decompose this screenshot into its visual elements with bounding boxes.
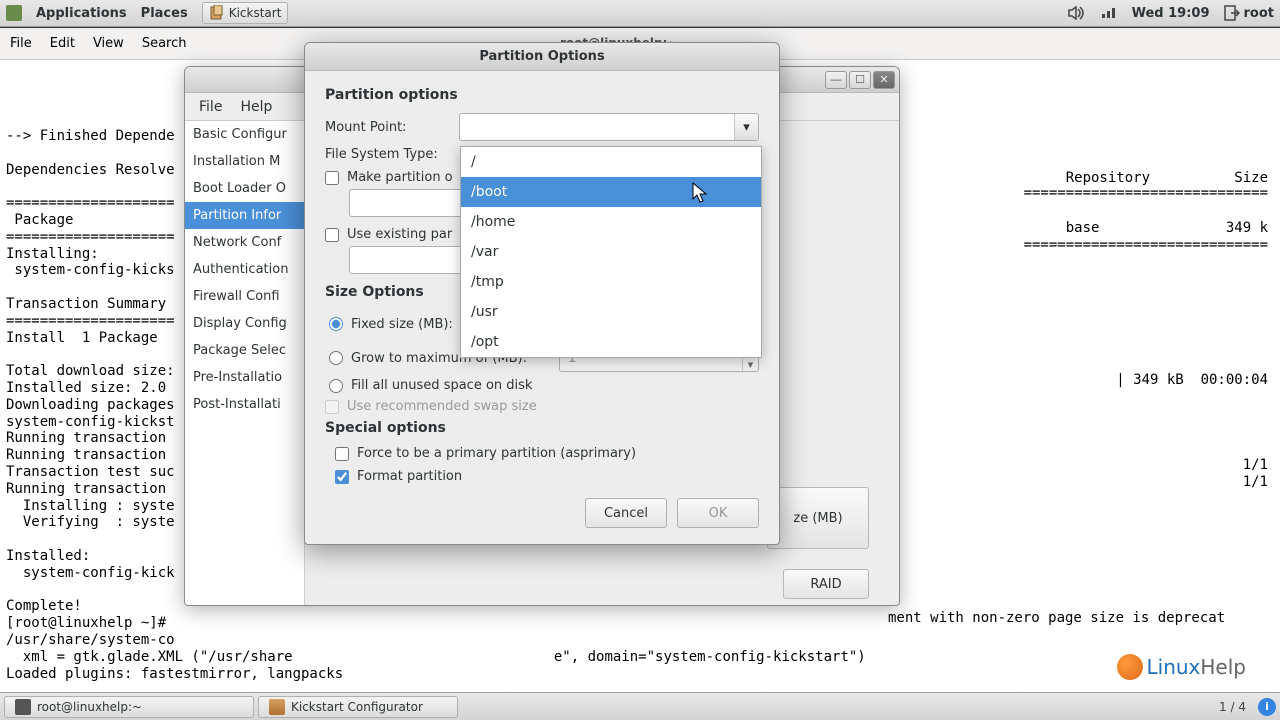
sidebar-item-bootloader[interactable]: Boot Loader O [185,175,304,202]
dropdown-option-boot[interactable]: /boot [461,177,761,207]
mount-point-combo[interactable]: ▾ [459,113,759,141]
mount-point-dropdown[interactable]: / /boot /home /var /tmp /usr /opt [460,146,762,358]
swap-checkbox [325,400,339,414]
dropdown-option-tmp[interactable]: /tmp [461,267,761,297]
sidebar-item-firewall[interactable]: Firewall Confi [185,283,304,310]
menu-applications[interactable]: Applications [36,6,127,21]
linuxhelp-icon [1117,654,1143,680]
format-checkbox[interactable] [335,470,349,484]
swap-label: Use recommended swap size [347,399,537,414]
terminal-menu-edit[interactable]: Edit [50,36,75,51]
volume-icon[interactable] [1068,6,1086,20]
dropdown-option-root[interactable]: / [461,147,761,177]
stepper-down-icon: ▼ [742,358,758,371]
top-panel: Applications Places Kickstart Wed 19:09 … [0,0,1280,27]
user-label: root [1244,6,1275,21]
raid-button[interactable]: RAID [783,569,869,599]
section-partition-options: Partition options [325,87,759,103]
taskbar-app-label: Kickstart [229,6,282,20]
mount-point-label: Mount Point: [325,120,449,135]
task-terminal[interactable]: root@linuxhelp:~ [4,696,254,718]
grow-radio[interactable] [329,351,343,365]
bottom-panel: root@linuxhelp:~ Kickstart Configurator … [0,692,1280,720]
fill-radio[interactable] [329,379,343,393]
use-existing-checkbox[interactable] [325,228,339,242]
minimize-button[interactable]: ― [825,71,847,89]
sidebar-item-basic[interactable]: Basic Configur [185,121,304,148]
dropdown-option-home[interactable]: /home [461,207,761,237]
dropdown-option-opt[interactable]: /opt [461,327,761,357]
user-menu[interactable]: root [1224,5,1275,21]
dialog-title: Partition Options [305,43,779,71]
menu-places[interactable]: Places [141,6,188,21]
terminal-menu-search[interactable]: Search [142,36,187,51]
chevron-down-icon[interactable]: ▾ [734,114,758,140]
sidebar-item-package[interactable]: Package Selec [185,337,304,364]
task-kickstart[interactable]: Kickstart Configurator [258,696,458,718]
linuxhelp-watermark: LinuxHelp [1117,654,1247,680]
workspace-indicator[interactable]: 1 / 4 [1213,700,1252,714]
kickstart-task-icon [269,699,285,715]
terminal-icon [15,699,31,715]
fixed-size-label: Fixed size (MB): [351,317,453,332]
info-icon[interactable]: i [1258,698,1276,716]
fs-type-label: File System Type: [325,147,449,162]
ks-menu-help[interactable]: Help [240,99,272,115]
taskbar-app-kickstart[interactable]: Kickstart [202,2,289,24]
sidebar-item-auth[interactable]: Authentication [185,256,304,283]
sidebar-item-network[interactable]: Network Conf [185,229,304,256]
make-partition-label: Make partition o [347,170,453,185]
cancel-button[interactable]: Cancel [585,498,667,528]
ok-button[interactable]: OK [677,498,759,528]
section-special-options: Special options [325,420,759,436]
sidebar-item-display[interactable]: Display Config [185,310,304,337]
ks-menu-file[interactable]: File [199,99,222,115]
size-mb-panel: ze (MB) [767,487,869,549]
logout-icon [1224,5,1240,21]
kickstart-icon [209,5,225,21]
dropdown-option-var[interactable]: /var [461,237,761,267]
maximize-button[interactable]: ☐ [849,71,871,89]
kickstart-sidebar: Basic Configur Installation M Boot Loade… [185,121,305,605]
sidebar-item-pre[interactable]: Pre-Installatio [185,364,304,391]
primary-checkbox[interactable] [335,447,349,461]
format-label: Format partition [357,469,462,484]
gnome-foot-icon [6,5,22,21]
terminal-right-column: Repository Size ========================… [988,92,1268,260]
fixed-size-radio[interactable] [329,317,343,331]
terminal-menu-view[interactable]: View [93,36,124,51]
sidebar-item-partition[interactable]: Partition Infor [185,202,304,229]
dropdown-option-usr[interactable]: /usr [461,297,761,327]
use-existing-label: Use existing par [347,227,452,242]
sidebar-item-install[interactable]: Installation M [185,148,304,175]
close-button[interactable]: ✕ [873,71,895,89]
make-partition-checkbox[interactable] [325,171,339,185]
terminal-menu-file[interactable]: File [10,36,32,51]
fill-label: Fill all unused space on disk [351,378,532,393]
clock[interactable]: Wed 19:09 [1132,6,1210,21]
sidebar-item-post[interactable]: Post-Installati [185,391,304,418]
primary-label: Force to be a primary partition (asprima… [357,446,636,461]
network-icon[interactable] [1100,6,1118,20]
